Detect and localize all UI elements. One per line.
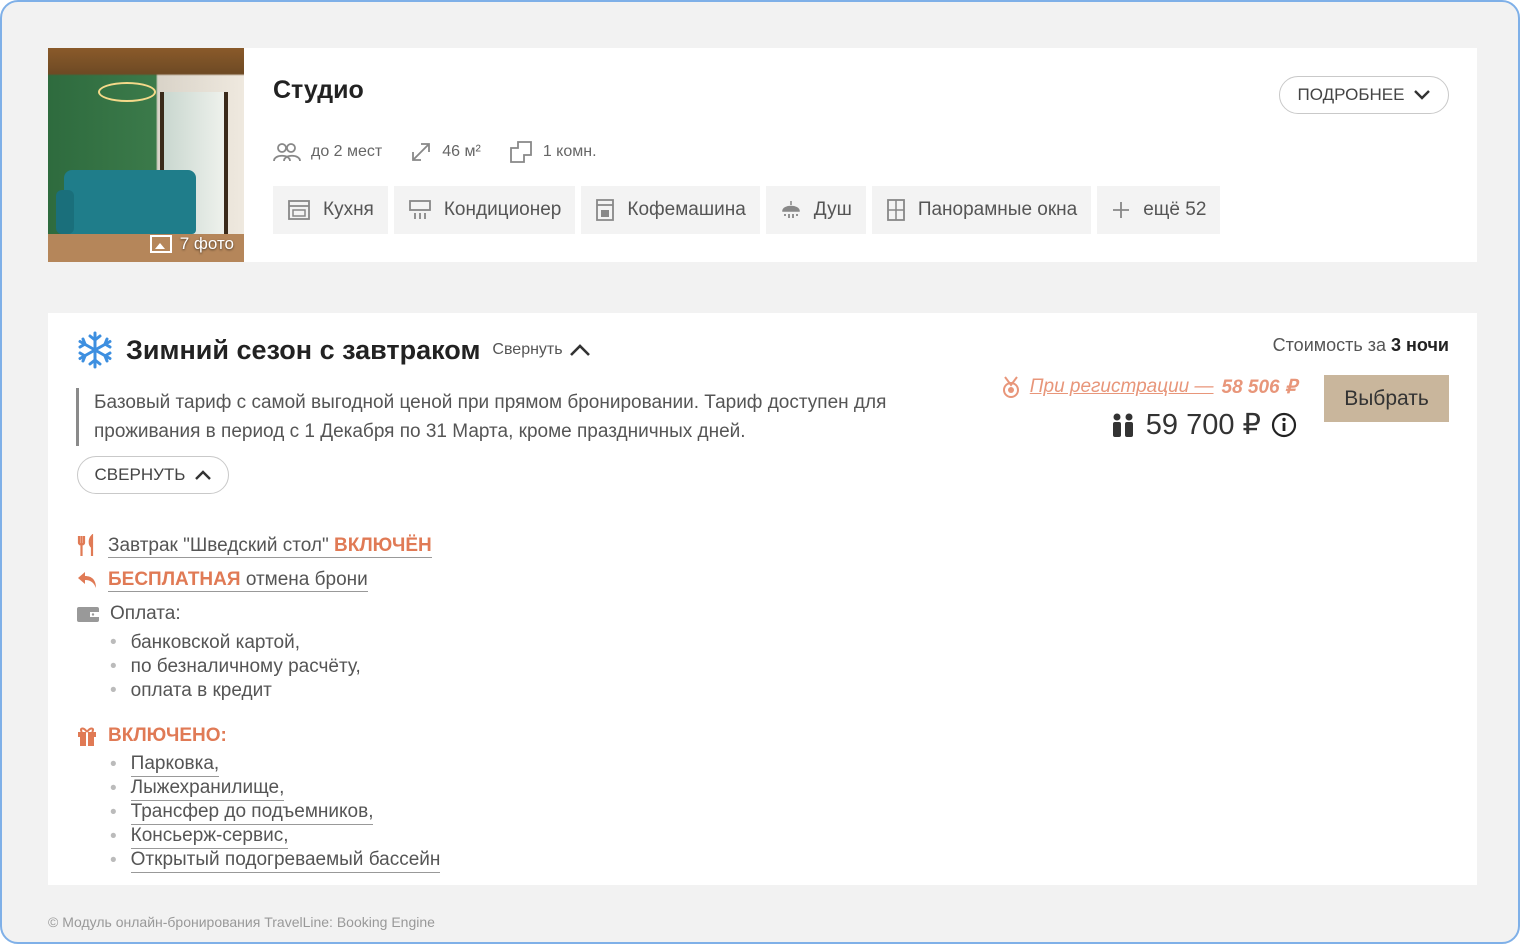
included-label: ВКЛЮЧЕНО: (108, 725, 227, 746)
guests-icon (1112, 413, 1133, 437)
amenity-more[interactable]: ещё 52 (1097, 186, 1221, 234)
chevron-down-icon (1414, 90, 1431, 100)
list-item: по безналичному расчёту, (110, 655, 440, 679)
photo-count[interactable]: 7 фото (149, 234, 234, 254)
amenities-list: Кухня Кондиционер Кофемашина Душ Панорам… (273, 186, 1221, 234)
sofa-image (56, 170, 196, 234)
payment-row: Оплата: (76, 597, 440, 631)
room-photo[interactable]: 7 фото (48, 48, 244, 262)
booking-frame: 7 фото Студио ПОДРОБНЕЕ до 2 мест 46 м² … (0, 0, 1520, 944)
amenity-shower-label: Душ (813, 199, 852, 220)
price-value: 59 700 ₽ (1145, 409, 1261, 441)
payment-label: Оплата: (110, 603, 181, 624)
details-button-label: ПОДРОБНЕЕ (1297, 85, 1405, 104)
room-specs: до 2 мест 46 м² 1 комн. (273, 140, 597, 164)
cancellation-row[interactable]: БЕСПЛАТНАЯ отмена брони (76, 563, 440, 597)
price-label: Стоимость за 3 ночи (1273, 335, 1449, 356)
tariff-header: Зимний сезон с завтраком Свернуть (76, 331, 591, 369)
cancellation-accent: БЕСПЛАТНАЯ (108, 568, 241, 590)
gift-icon (78, 727, 96, 746)
registration-text: При регистрации — (1029, 376, 1214, 397)
window-icon (886, 199, 905, 221)
amenity-more-label: ещё 52 (1143, 199, 1207, 220)
price-label-nights: 3 ночи (1391, 335, 1449, 355)
amenity-air-conditioner[interactable]: Кондиционер (393, 186, 576, 234)
chevron-up-icon (569, 344, 590, 356)
room-card: 7 фото Студио ПОДРОБНЕЕ до 2 мест 46 м² … (48, 48, 1477, 262)
list-item: банковской картой, (110, 631, 440, 655)
amenity-panoramic-windows[interactable]: Панорамные окна (871, 186, 1092, 234)
amenity-air-conditioner-label: Кондиционер (443, 199, 562, 220)
info-icon[interactable] (1271, 412, 1297, 438)
spec-area-label: 46 м² (442, 143, 481, 160)
breakfast-row[interactable]: Завтрак "Шведский стол" ВКЛЮЧЁН (76, 529, 440, 563)
payment-methods-list: банковской картой, по безналичному расчё… (76, 631, 440, 703)
tariff-conditions: Завтрак "Шведский стол" ВКЛЮЧЁН БЕСПЛАТН… (76, 529, 441, 873)
tariff-description: Базовый тариф с самой выгодной ценой при… (76, 388, 944, 446)
amenity-shower[interactable]: Душ (765, 186, 866, 234)
list-item: оплата в кредит (110, 679, 440, 703)
chevron-up-icon (195, 470, 212, 480)
collapse-link-label: Свернуть (492, 341, 563, 358)
kitchen-icon (288, 200, 310, 220)
list-item[interactable]: Парковка, (110, 753, 440, 777)
list-item[interactable]: Открытый подогреваемый бассейн (110, 849, 441, 873)
breakfast-label: Завтрак "Шведский стол" ВКЛЮЧЁН (108, 535, 432, 558)
list-item[interactable]: Трансфер до подъемников, (110, 801, 440, 825)
photo-count-label: 7 фото (179, 234, 234, 253)
amenity-kitchen-label: Кухня (323, 199, 374, 220)
area-icon (412, 143, 431, 161)
tariff-title: Зимний сезон с завтраком (126, 334, 481, 365)
air-conditioner-icon (408, 200, 431, 219)
registration-amount: 58 506 ₽ (1221, 376, 1297, 398)
spec-capacity-label: до 2 мест (311, 143, 383, 160)
price-label-prefix: Стоимость за (1272, 335, 1387, 355)
list-item[interactable]: Консьерж-сервис, (110, 825, 440, 849)
collapse-link[interactable]: Свернуть (492, 341, 590, 359)
included-row: ВКЛЮЧЕНО: (76, 719, 440, 753)
coffee-machine-icon (596, 199, 615, 221)
registration-price[interactable]: При регистрации — 58 506 ₽ (1000, 375, 1297, 399)
wallet-icon (77, 607, 99, 622)
medal-icon (1002, 376, 1019, 398)
collapse-button[interactable]: СВЕРНУТЬ (77, 456, 229, 494)
spec-capacity: до 2 мест (273, 142, 382, 162)
included-list: Парковка, Лыжехранилище, Трансфер до под… (76, 753, 441, 873)
spec-rooms-label: 1 комн. (542, 143, 597, 160)
ceiling-light (98, 82, 156, 102)
breakfast-text: Завтрак "Шведский стол" (108, 534, 329, 556)
cancellation-text: отмена брони (245, 568, 368, 590)
cancellation-label: БЕСПЛАТНАЯ отмена брони (108, 569, 368, 592)
main-price: 59 700 ₽ (1110, 407, 1297, 442)
list-item[interactable]: Лыжехранилище, (110, 777, 440, 801)
cutlery-icon (77, 534, 94, 556)
plus-icon (1113, 202, 1130, 218)
shower-icon (782, 201, 800, 218)
picture-icon (149, 235, 172, 253)
spec-rooms: 1 комн. (509, 140, 597, 164)
spec-area: 46 м² (410, 141, 481, 163)
snowflake-icon (78, 331, 112, 369)
guests-icon (273, 143, 301, 162)
select-button[interactable]: Выбрать (1324, 375, 1449, 422)
undo-arrow-icon (78, 572, 96, 588)
amenity-kitchen[interactable]: Кухня (273, 186, 388, 234)
amenity-coffee-machine-label: Кофемашина (627, 199, 746, 220)
amenity-panoramic-windows-label: Панорамные окна (917, 199, 1078, 220)
room-title: Студио (273, 76, 364, 104)
amenity-coffee-machine[interactable]: Кофемашина (581, 186, 760, 234)
rooms-icon (509, 141, 532, 163)
tariff-card: Зимний сезон с завтраком Свернуть Базовы… (48, 313, 1477, 885)
footer-copyright: © Модуль онлайн-бронирования TravelLine:… (48, 914, 435, 930)
breakfast-status: ВКЛЮЧЁН (334, 534, 432, 556)
details-button[interactable]: ПОДРОБНЕЕ (1279, 76, 1449, 114)
collapse-button-label: СВЕРНУТЬ (94, 465, 186, 484)
